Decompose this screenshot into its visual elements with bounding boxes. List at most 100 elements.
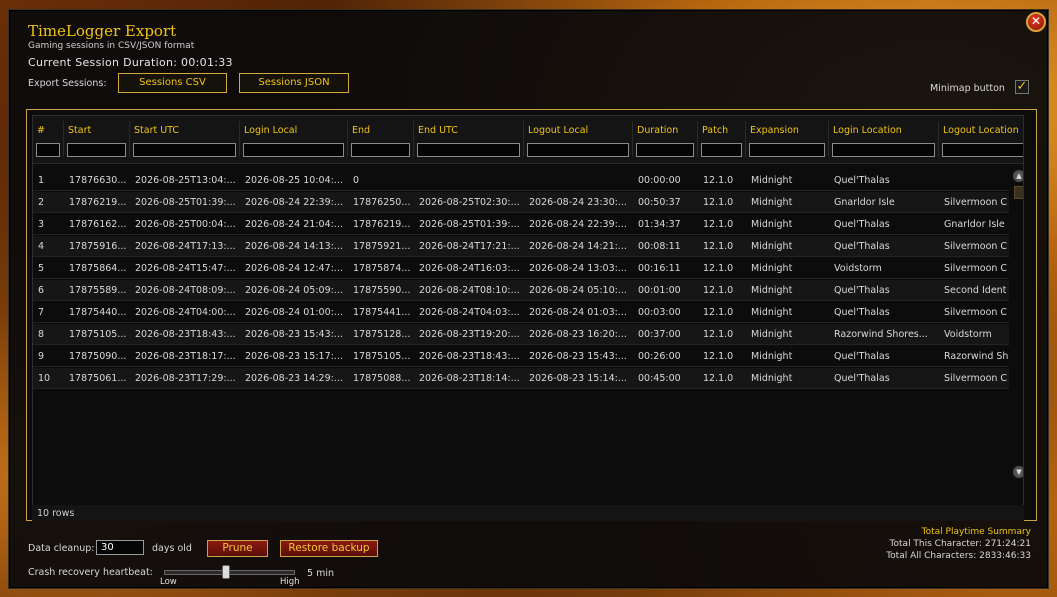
cell-logout-location: Voidstorm bbox=[944, 329, 992, 340]
filter-input-end[interactable] bbox=[351, 143, 410, 157]
filter-input-duration[interactable] bbox=[636, 143, 694, 157]
cell-login-location: Quel'Thalas bbox=[834, 307, 890, 318]
window-subtitle: Gaming sessions in CSV/JSON format bbox=[28, 41, 195, 51]
column-header-duration[interactable]: Duration bbox=[633, 121, 698, 157]
cell-logout-local: 2026-08-23 15:43:... bbox=[529, 351, 627, 362]
filter-input-num[interactable] bbox=[36, 143, 60, 157]
column-header-logout-location[interactable]: Logout Location bbox=[939, 121, 1023, 157]
column-header-logout-local[interactable]: Logout Local bbox=[524, 121, 633, 157]
cell-duration: 00:45:00 bbox=[638, 373, 681, 384]
filter-input-end-utc[interactable] bbox=[417, 143, 520, 157]
filter-input-patch[interactable] bbox=[701, 143, 742, 157]
table-row[interactable]: 5 17875864... 2026-08-24T15:47:... 2026-08-… bbox=[33, 258, 1009, 279]
scroll-up-icon[interactable]: ▲ bbox=[1013, 170, 1023, 182]
cell-logout-local: 2026-08-24 13:03:... bbox=[529, 263, 627, 274]
scroll-down-icon[interactable]: ▼ bbox=[1013, 466, 1023, 478]
cell-end: 17875441... bbox=[353, 307, 411, 318]
cell-end-utc: 2026-08-25T02:30:... bbox=[419, 197, 520, 208]
cell-num: 7 bbox=[38, 307, 45, 318]
cell-start: 17875864... bbox=[69, 263, 127, 274]
column-header-end[interactable]: End bbox=[348, 121, 414, 157]
column-header-start[interactable]: Start bbox=[64, 121, 130, 157]
table-row[interactable]: 3 17876162... 2026-08-25T00:04:... 2026-08-… bbox=[33, 214, 1009, 235]
sessions-json-button[interactable]: Sessions JSON bbox=[239, 73, 349, 93]
table-row[interactable]: 6 17875589... 2026-08-24T08:09:... 2026-08-… bbox=[33, 280, 1009, 301]
cell-end: 0 bbox=[353, 175, 360, 186]
scrollbar-thumb[interactable] bbox=[1014, 186, 1023, 199]
cell-end: 17876219... bbox=[353, 219, 411, 230]
cell-logout-location: Silvermoon C bbox=[944, 197, 1008, 208]
filter-input-expansion[interactable] bbox=[749, 143, 825, 157]
cell-login-local: 2026-08-23 15:43:... bbox=[245, 329, 343, 340]
cell-expansion: Midnight bbox=[751, 351, 793, 362]
sessions-table: # Start Start UTC Login Local End End UTC Logo… bbox=[32, 115, 1024, 515]
cell-patch: 12.1.0 bbox=[703, 351, 734, 362]
heartbeat-slider-thumb[interactable] bbox=[221, 565, 230, 579]
minimap-checkbox[interactable]: ✓ bbox=[1015, 80, 1029, 94]
filter-input-start[interactable] bbox=[67, 143, 126, 157]
table-row[interactable]: 10 17875061... 2026-08-23T17:29:... 2026-08… bbox=[33, 368, 1009, 389]
cell-end: 17875921... bbox=[353, 241, 411, 252]
sessions-panel: # Start Start UTC Login Local End End UTC Logo… bbox=[26, 109, 1037, 521]
cell-login-location: Quel'Thalas bbox=[834, 285, 890, 296]
cell-num: 8 bbox=[38, 329, 45, 340]
table-row[interactable]: 4 17875916... 2026-08-24T17:13:... 2026-08-… bbox=[33, 236, 1009, 257]
cell-patch: 12.1.0 bbox=[703, 219, 734, 230]
filter-input-start-utc[interactable] bbox=[133, 143, 236, 157]
slider-low-label: Low bbox=[160, 577, 177, 587]
cell-num: 1 bbox=[38, 175, 45, 186]
restore-backup-button[interactable]: Restore backup bbox=[280, 540, 378, 557]
column-header-num[interactable]: # bbox=[33, 121, 64, 157]
table-row[interactable]: 7 17875440... 2026-08-24T04:00:... 2026-08-… bbox=[33, 302, 1009, 323]
cell-end-utc: 2026-08-24T04:03:... bbox=[419, 307, 520, 318]
column-header-patch[interactable]: Patch bbox=[698, 121, 746, 157]
cell-start-utc: 2026-08-24T17:13:... bbox=[135, 241, 236, 252]
cell-login-local: 2026-08-24 05:09:... bbox=[245, 285, 343, 296]
cell-logout-local: 2026-08-24 23:30:... bbox=[529, 197, 627, 208]
cell-start-utc: 2026-08-24T08:09:... bbox=[135, 285, 236, 296]
cell-end-utc: 2026-08-24T16:03:... bbox=[419, 263, 520, 274]
filter-input-login-location[interactable] bbox=[832, 143, 935, 157]
table-row[interactable]: 9 17875090... 2026-08-23T18:17:... 2026-08-… bbox=[33, 346, 1009, 367]
cell-start-utc: 2026-08-23T17:29:... bbox=[135, 373, 236, 384]
cell-patch: 12.1.0 bbox=[703, 197, 734, 208]
cell-end-utc: 2026-08-24T08:10:... bbox=[419, 285, 520, 296]
cell-patch: 12.1.0 bbox=[703, 329, 734, 340]
close-icon[interactable]: ✕ bbox=[1026, 12, 1046, 32]
cell-duration: 01:34:37 bbox=[638, 219, 681, 230]
cell-logout-location: Silvermoon C bbox=[944, 263, 1008, 274]
column-header-login-location[interactable]: Login Location bbox=[829, 121, 939, 157]
cell-patch: 12.1.0 bbox=[703, 175, 734, 186]
cell-start: 17876630... bbox=[69, 175, 127, 186]
cell-num: 4 bbox=[38, 241, 45, 252]
playtime-summary-title: Total Playtime Summary bbox=[921, 527, 1031, 537]
total-this-character: Total This Character: 271:24:21 bbox=[889, 539, 1031, 549]
sessions-csv-button[interactable]: Sessions CSV bbox=[118, 73, 227, 93]
column-header-start-utc[interactable]: Start UTC bbox=[130, 121, 240, 157]
cell-end: 17875590... bbox=[353, 285, 411, 296]
row-count: 10 rows bbox=[37, 508, 75, 519]
cell-start-utc: 2026-08-25T01:39:... bbox=[135, 197, 236, 208]
column-label-patch: Patch bbox=[702, 125, 729, 136]
table-row[interactable]: 2 17876219... 2026-08-25T01:39:... 2026-08-… bbox=[33, 192, 1009, 213]
cell-patch: 12.1.0 bbox=[703, 241, 734, 252]
cell-expansion: Midnight bbox=[751, 197, 793, 208]
cell-patch: 12.1.0 bbox=[703, 285, 734, 296]
prune-button[interactable]: Prune bbox=[207, 540, 268, 557]
filter-input-logout-local[interactable] bbox=[527, 143, 629, 157]
column-header-end-utc[interactable]: End UTC bbox=[414, 121, 524, 157]
column-header-expansion[interactable]: Expansion bbox=[746, 121, 829, 157]
cell-end-utc: 2026-08-23T18:43:... bbox=[419, 351, 520, 362]
cell-start: 17875589... bbox=[69, 285, 127, 296]
table-row[interactable]: 8 17875105... 2026-08-23T18:43:... 2026-08-… bbox=[33, 324, 1009, 345]
filter-input-login-local[interactable] bbox=[243, 143, 344, 157]
filter-input-logout-location[interactable] bbox=[942, 143, 1023, 157]
cell-end-utc: 2026-08-23T18:14:... bbox=[419, 373, 520, 384]
table-row[interactable]: 1 17876630... 2026-08-25T13:04:... 2026-08-… bbox=[33, 170, 1009, 191]
column-label-end: End bbox=[352, 125, 371, 136]
days-old-input[interactable]: 30 bbox=[96, 540, 144, 555]
cell-expansion: Midnight bbox=[751, 329, 793, 340]
cell-start: 17875105... bbox=[69, 329, 127, 340]
column-header-login-local[interactable]: Login Local bbox=[240, 121, 348, 157]
cell-start-utc: 2026-08-25T13:04:... bbox=[135, 175, 236, 186]
